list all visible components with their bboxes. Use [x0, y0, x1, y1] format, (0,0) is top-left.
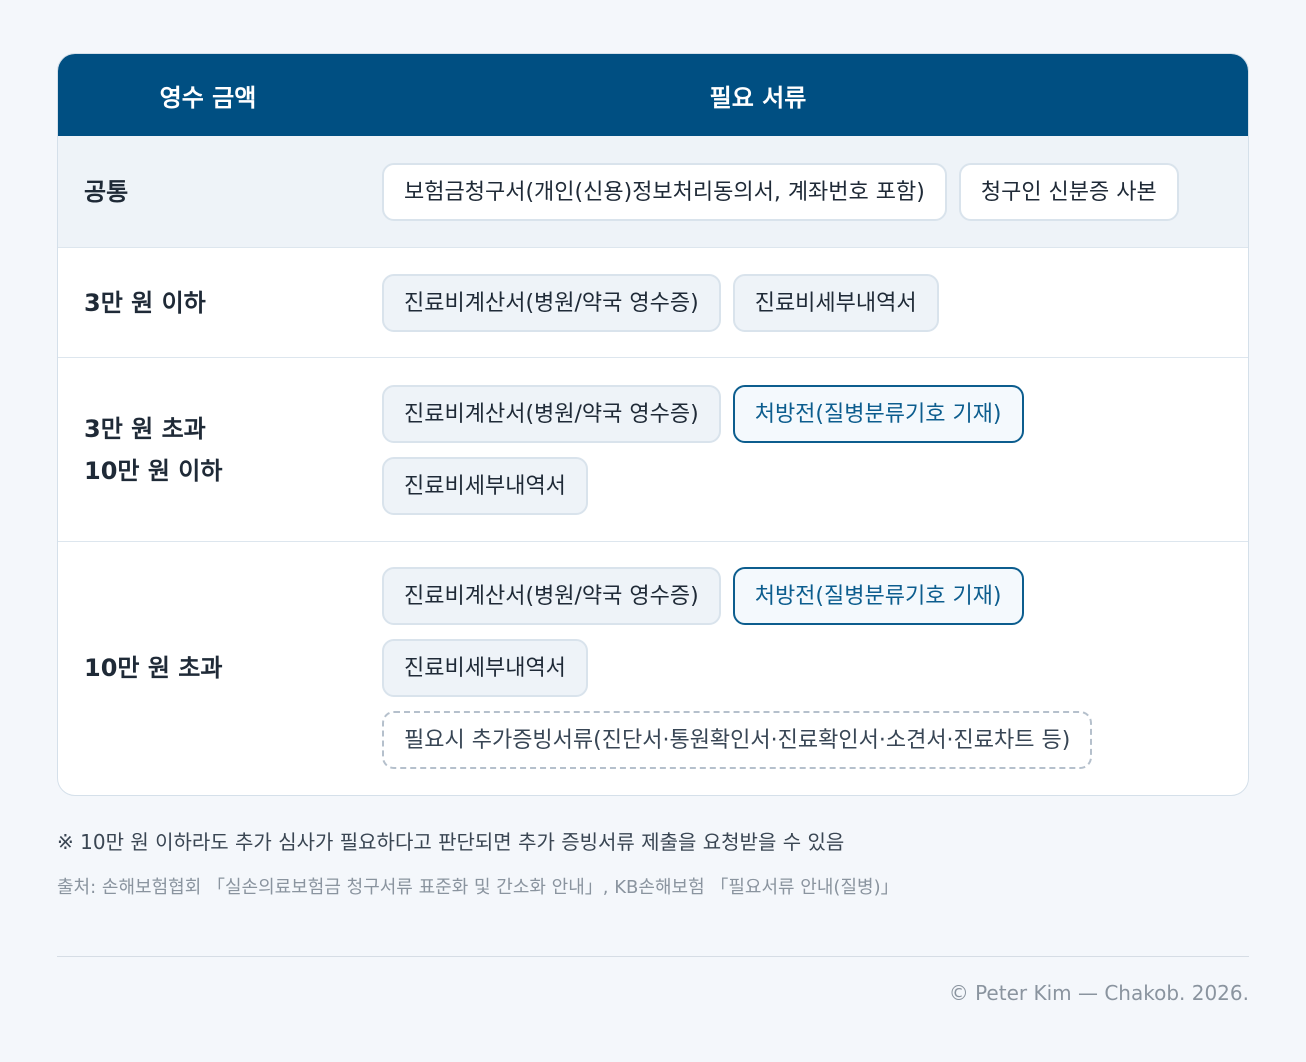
- row-label: 3만 원 이하: [58, 282, 382, 324]
- doc-chip: 진료비계산서(병원/약국 영수증): [382, 384, 721, 443]
- header-docs: 필요 서류: [709, 83, 807, 112]
- header-amount: 영수 금액: [159, 83, 257, 112]
- doc-chip: 진료비세부내역서: [382, 456, 588, 515]
- row-label-line: 10만 원 초과: [84, 654, 223, 682]
- note-text: ※ 10만 원 이하라도 추가 심사가 필요하다고 판단되면 추가 증빙서류 제…: [57, 830, 845, 854]
- table-row-over-100k: 10만 원 초과 진료비계산서(병원/약국 영수증) 처방전(질병분류기호 기재…: [58, 541, 1248, 794]
- row-label-line: 공통: [84, 177, 129, 206]
- doc-chip-highlight: 처방전(질병분류기호 기재): [732, 384, 1024, 443]
- doc-list: 진료비계산서(병원/약국 영수증) 처방전(질병분류기호 기재) 진료비세부내역…: [382, 567, 1248, 769]
- divider: [57, 956, 1249, 957]
- doc-chip-optional: 필요시 추가증빙서류(진단서·통원확인서·진료확인서·소견서·진료차트 등): [382, 711, 1093, 769]
- doc-list: 진료비계산서(병원/약국 영수증) 진료비세부내역서: [382, 273, 1248, 332]
- documents-table: 영수 금액 필요 서류 공통 보험금청구서(개인(신용)정보처리동의서, 계좌번…: [57, 53, 1249, 796]
- table-row-under-30k: 3만 원 이하 진료비계산서(병원/약국 영수증) 진료비세부내역서: [58, 247, 1248, 357]
- doc-chip: 진료비세부내역서: [732, 273, 939, 332]
- copyright-footer: © Peter Kim — Chakob. 2026.: [948, 981, 1249, 1005]
- doc-chip: 청구인 신분증 사본: [958, 162, 1179, 221]
- row-label: 공통: [58, 171, 382, 213]
- source-text: 출처: 손해보험협회 「실손의료보험금 청구서류 표준화 및 간소화 안내」, …: [57, 877, 899, 898]
- doc-list: 보험금청구서(개인(신용)정보처리동의서, 계좌번호 포함) 청구인 신분증 사…: [382, 162, 1248, 221]
- row-label-line: 3만 원 이하: [84, 288, 206, 317]
- doc-chip-highlight: 처방전(질병분류기호 기재): [732, 567, 1024, 625]
- doc-chip: 보험금청구서(개인(신용)정보처리동의서, 계좌번호 포함): [382, 162, 947, 221]
- doc-chip: 진료비계산서(병원/약국 영수증): [382, 273, 721, 332]
- doc-chip: 진료비계산서(병원/약국 영수증): [382, 567, 721, 625]
- doc-chip: 진료비세부내역서: [382, 639, 588, 697]
- row-label: 3만 원 초과 10만 원 이하: [58, 408, 382, 492]
- row-label: 10만 원 초과: [58, 647, 382, 689]
- table-header: 영수 금액 필요 서류: [58, 54, 1248, 136]
- table-row-common: 공통 보험금청구서(개인(신용)정보처리동의서, 계좌번호 포함) 청구인 신분…: [58, 136, 1248, 247]
- table-row-30k-to-100k: 3만 원 초과 10만 원 이하 진료비계산서(병원/약국 영수증) 처방전(질…: [58, 357, 1248, 541]
- row-label-line: 3만 원 초과: [84, 414, 206, 443]
- row-label-line: 10만 원 이하: [84, 456, 223, 485]
- doc-list: 진료비계산서(병원/약국 영수증) 처방전(질병분류기호 기재) 진료비세부내역…: [382, 384, 1248, 515]
